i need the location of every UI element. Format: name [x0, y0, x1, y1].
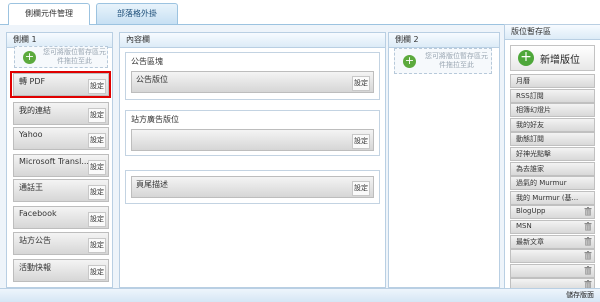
pool-widget[interactable]: MSN: [510, 220, 595, 234]
widget-label: Yahoo: [19, 130, 43, 139]
pool-title: 版位暫存區: [505, 25, 600, 40]
settings-button[interactable]: 設定: [88, 160, 106, 175]
settings-button[interactable]: 設定: [88, 185, 106, 200]
pool-widget[interactable]: 最新文章: [510, 234, 595, 249]
sidebar-widget[interactable]: 通話王 設定: [13, 179, 109, 202]
widget-label: 我的連結: [19, 106, 51, 115]
footer-bar: [0, 288, 600, 302]
sidebar-widget[interactable]: 我的連結 設定: [13, 102, 109, 125]
sidebar-2-drop-zone[interactable]: + 您可將版位暫存區元件拖拉至此: [394, 48, 492, 74]
pool-widget[interactable]: 月曆: [510, 74, 595, 88]
widget-label: 通話王: [19, 183, 43, 192]
pool-widget-label: 最新文章: [516, 237, 544, 246]
new-widget-button[interactable]: + 新增版位: [510, 45, 595, 71]
announcement-block: 公告區塊 公告版位 設定: [125, 52, 380, 100]
sidebar-widget[interactable]: 站方公告 設定: [13, 232, 109, 255]
add-icon: +: [518, 50, 534, 66]
pool-widget[interactable]: 過氣的 Murmur: [510, 176, 595, 191]
pool-widget[interactable]: 動態訂閱: [510, 132, 595, 147]
content-title: 內容欄: [120, 33, 385, 48]
trash-icon[interactable]: [584, 222, 592, 231]
pool-widget-label: 過氣的 Murmur: [516, 179, 567, 188]
sidebar-widget[interactable]: 活動快報 設定: [13, 259, 109, 282]
sidebar-2-title: 側欄 2: [389, 33, 499, 48]
pool-widget-label: 好神光點擊: [516, 150, 551, 158]
pool-widget-label: 月曆: [516, 77, 530, 85]
sidebar-widget[interactable]: Yahoo 設定: [13, 127, 109, 150]
widget-label: 站方公告: [19, 236, 51, 245]
pool-widget[interactable]: RSS訂閱: [510, 88, 595, 103]
save-layout-button[interactable]: 儲存版面: [566, 289, 594, 301]
pool-widget[interactable]: 為去誰家: [510, 161, 595, 176]
pool-widget-label: 為去誰家: [516, 164, 544, 173]
settings-button[interactable]: 設定: [352, 181, 370, 196]
block-title: 站方廣告版位: [131, 115, 179, 124]
add-icon: +: [403, 53, 416, 68]
pool-widget-label: RSS訂閱: [516, 91, 544, 100]
pool-widget-label: MSN: [516, 222, 532, 230]
ad-slot[interactable]: 設定: [131, 129, 374, 151]
footer-desc-block: 頁尾描述 設定: [125, 170, 380, 204]
widget-label: Microsoft Transl...: [19, 157, 89, 166]
settings-button[interactable]: 設定: [88, 212, 106, 227]
widget-label: Facebook: [19, 209, 57, 218]
tab-sidebar-widgets[interactable]: 側欄元件管理: [8, 3, 90, 25]
sidebar-1-drop-zone[interactable]: + 您可將版位暫存區元件拖拉至此: [14, 46, 108, 68]
pool-widget-label: 我的 Murmur (基...: [516, 193, 579, 202]
settings-button[interactable]: 設定: [352, 76, 370, 91]
pool-widget-label: BlogUpp: [516, 207, 546, 216]
settings-button[interactable]: 設定: [352, 134, 370, 149]
pool-widget[interactable]: [510, 249, 595, 264]
pool-widget[interactable]: 好神光點擊: [510, 147, 595, 161]
tab-bar: 側欄元件管理 部落格外掛: [0, 0, 600, 25]
selected-widget-highlight: [10, 71, 111, 98]
new-widget-label: 新增版位: [540, 54, 580, 66]
trash-icon[interactable]: [584, 265, 592, 275]
ad-slot-block: 站方廣告版位 設定: [125, 110, 380, 156]
tab-blog-plugins[interactable]: 部落格外掛: [96, 3, 178, 24]
settings-button[interactable]: 設定: [88, 265, 106, 280]
widget-label: 活動快報: [19, 263, 51, 272]
footer-desc-slot[interactable]: 頁尾描述 設定: [131, 176, 374, 198]
slot-label: 公告版位: [136, 75, 168, 84]
pool-widget-label: 動態訂閱: [516, 135, 544, 144]
drop-hint: 您可將版位暫存區元件拖拉至此: [43, 48, 106, 65]
pool-widget[interactable]: [510, 263, 595, 278]
pool-widget[interactable]: BlogUpp: [510, 205, 595, 220]
announcement-slot[interactable]: 公告版位 設定: [131, 71, 374, 93]
drop-hint: 您可將版位暫存區元件拖拉至此: [425, 52, 488, 69]
settings-button[interactable]: 設定: [88, 108, 106, 123]
pool-widget[interactable]: 我的 Murmur (基...: [510, 190, 595, 205]
pool-widget[interactable]: 相簿幻燈片: [510, 103, 595, 118]
settings-button[interactable]: 設定: [88, 238, 106, 253]
trash-icon[interactable]: [584, 207, 592, 216]
trash-icon[interactable]: [584, 236, 592, 246]
add-icon: +: [23, 49, 36, 64]
pool-widget[interactable]: 我的好友: [510, 117, 595, 132]
pool-widget-label: 相簿幻燈片: [516, 106, 551, 115]
pool-widget-label: 我的好友: [516, 120, 544, 129]
sidebar-widget[interactable]: Microsoft Transl... 設定: [13, 154, 109, 177]
trash-icon[interactable]: [584, 251, 592, 260]
sidebar-widget[interactable]: Facebook 設定: [13, 206, 109, 229]
settings-button[interactable]: 設定: [88, 133, 106, 148]
block-title: 公告區塊: [131, 57, 163, 66]
slot-label: 頁尾描述: [136, 180, 168, 189]
